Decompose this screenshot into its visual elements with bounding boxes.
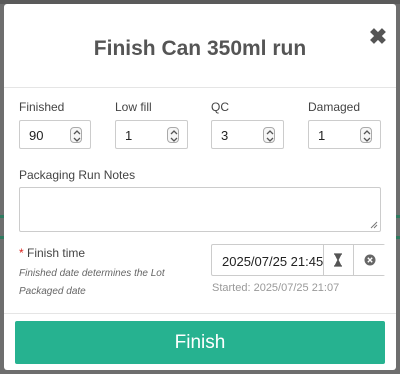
finish-button[interactable]: Finish	[15, 321, 385, 364]
finish-time-label-text: Finish time	[27, 246, 86, 260]
finished-input[interactable]: 90	[19, 120, 91, 149]
finish-time-value: 2025/07/25 21:45	[222, 254, 324, 269]
resize-grip-icon[interactable]	[370, 221, 378, 229]
qc-input[interactable]: 3	[211, 120, 284, 149]
damaged-value: 1	[318, 128, 326, 143]
low-fill-value: 1	[125, 128, 133, 143]
modal-title: Finish Can 350ml run	[93, 37, 307, 60]
low-fill-input[interactable]: 1	[115, 120, 188, 149]
damaged-input[interactable]: 1	[308, 120, 381, 149]
started-time-text: Started: 2025/07/25 21:07	[212, 282, 340, 294]
required-marker: *	[19, 246, 24, 260]
finished-value: 90	[29, 128, 44, 143]
backdrop-row-accent	[396, 215, 400, 218]
low-fill-label: Low fill	[115, 100, 152, 114]
notes-textarea[interactable]	[19, 187, 381, 232]
help-text-line-2: Packaged date	[19, 286, 86, 297]
stepper-icon[interactable]	[70, 127, 82, 143]
stepper-icon[interactable]	[360, 127, 372, 143]
close-icon[interactable]: ✖	[368, 26, 388, 48]
damaged-label: Damaged	[308, 100, 361, 114]
finish-time-label: * Finish time	[19, 246, 85, 260]
hourglass-icon[interactable]	[323, 245, 351, 275]
clear-circle-icon[interactable]	[353, 245, 385, 275]
modal-header: Finish Can 350ml run ✖	[4, 4, 396, 88]
notes-label: Packaging Run Notes	[19, 168, 136, 182]
backdrop-row-accent	[396, 236, 400, 239]
qc-label: QC	[211, 100, 229, 114]
footer-divider	[4, 313, 396, 314]
finished-label: Finished	[19, 100, 65, 114]
finish-time-input[interactable]: 2025/07/25 21:45	[211, 244, 385, 276]
qc-value: 3	[221, 128, 229, 143]
stepper-icon[interactable]	[167, 127, 179, 143]
stepper-icon[interactable]	[263, 127, 275, 143]
finish-run-modal: Finish Can 350ml run ✖ Finished 90 Low f…	[4, 4, 396, 370]
help-text-line-1: Finished date determines the Lot	[19, 268, 165, 279]
